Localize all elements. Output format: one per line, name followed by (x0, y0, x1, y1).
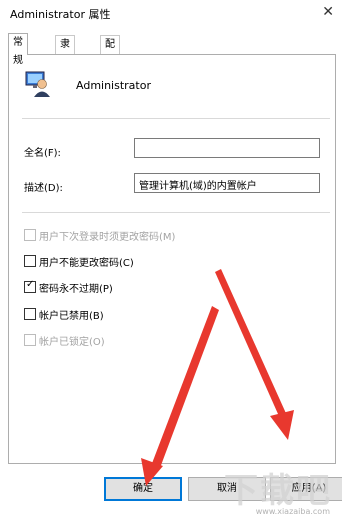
title-bar: Administrator 属性 ✕ (0, 0, 342, 28)
divider (22, 118, 330, 119)
checkmark-icon: ✓ (26, 279, 35, 290)
cannot-change-password-label: 用户不能更改密码(C) (39, 258, 134, 269)
description-field[interactable]: 管理计算机(域)的内置帐户 (134, 173, 320, 193)
watermark-url: www.xiazaiba.com (255, 507, 330, 516)
account-locked-checkbox[interactable] (24, 334, 36, 346)
password-never-expires-label: 密码永不过期(P) (39, 284, 113, 295)
window-title: Administrator 属性 (10, 8, 111, 21)
tab-member-of[interactable]: 隶属于 (55, 35, 75, 86)
tab-profile[interactable]: 配置文件 (100, 35, 120, 104)
ok-button[interactable]: 确定 (104, 477, 182, 501)
user-account-icon (25, 71, 50, 97)
account-disabled-checkbox[interactable] (24, 308, 36, 320)
password-never-expires-checkbox[interactable]: ✓ (24, 279, 36, 293)
fullname-field[interactable] (134, 138, 320, 158)
tab-general[interactable]: 常规 (8, 33, 28, 66)
cannot-change-password-checkbox[interactable] (24, 255, 36, 267)
watermark-logo: 下载吧 (224, 471, 332, 511)
must-change-password-checkbox[interactable] (24, 229, 36, 241)
account-disabled-label: 帐户已禁用(B) (39, 311, 104, 322)
divider (22, 212, 330, 213)
account-locked-label: 帐户已锁定(O) (39, 337, 105, 348)
fullname-label: 全名(F): (24, 148, 61, 159)
close-icon[interactable]: ✕ (322, 4, 334, 20)
must-change-password-label: 用户下次登录时须更改密码(M) (39, 232, 176, 243)
description-label: 描述(D): (24, 183, 63, 194)
user-name: Administrator (76, 79, 151, 92)
